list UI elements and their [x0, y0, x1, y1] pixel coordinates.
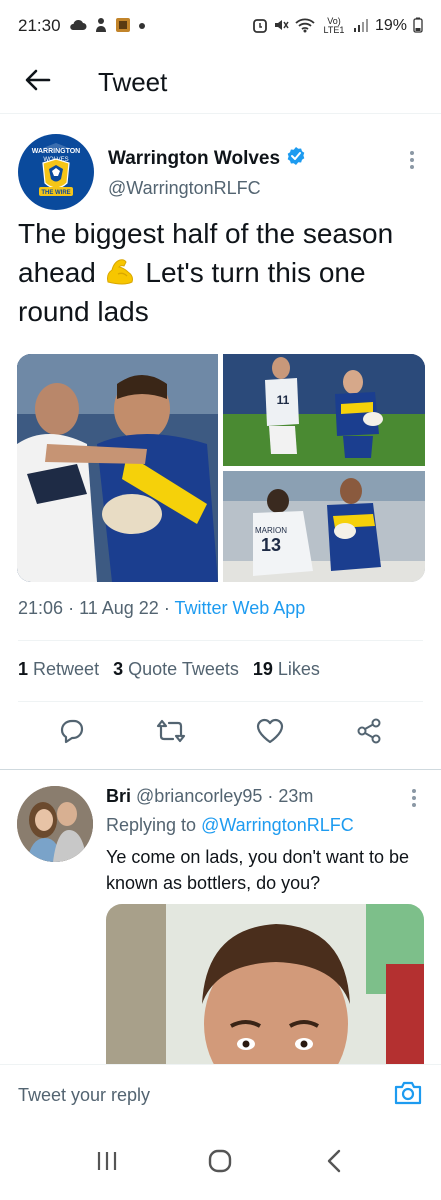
jersey-number-13: 13	[261, 535, 281, 555]
status-bar: 21:30 Vo) LTE1 19%	[0, 0, 441, 52]
main-tweet: WARRINGTON WOLVES THE WIRE Warrington Wo…	[0, 128, 441, 618]
reply-author-handle[interactable]: @briancorley95	[136, 786, 262, 806]
replying-to-label: Replying to	[106, 815, 197, 835]
system-back-button[interactable]	[314, 1143, 354, 1183]
more-options-button[interactable]	[409, 150, 423, 175]
logo-text-top: WARRINGTON	[32, 148, 80, 155]
back-icon	[326, 1148, 342, 1179]
reply-author-name[interactable]: Bri	[106, 786, 131, 806]
tweet-source-link[interactable]: Twitter Web App	[175, 598, 306, 618]
quotes-stat[interactable]: 3 Quote Tweets	[113, 659, 239, 680]
tweet-header: WARRINGTON WOLVES THE WIRE Warrington Wo…	[0, 128, 441, 214]
battery-percent: 19%	[374, 17, 407, 34]
retweet-icon	[156, 718, 186, 749]
author-display-name[interactable]: Warrington Wolves	[108, 146, 306, 172]
media-photo-2[interactable]: 11	[223, 354, 425, 466]
divider	[18, 701, 423, 702]
app-bar: Tweet	[0, 52, 441, 114]
reply-text: Ye come on lads, you don't want to be kn…	[106, 847, 409, 893]
reply-time: 23m	[278, 786, 314, 806]
meta-separator: ·	[267, 786, 274, 806]
tweet-meta: 21:06 · 11 Aug 22 · Twitter Web App	[18, 598, 305, 619]
back-button[interactable]	[18, 63, 58, 103]
reply-more-options-button[interactable]	[411, 788, 417, 813]
tweet-time: 21:06	[18, 598, 64, 618]
avatar[interactable]: WARRINGTON WOLVES THE WIRE	[18, 134, 94, 210]
retweets-label: Retweet	[33, 659, 100, 679]
likes-stat[interactable]: 19 Likes	[253, 659, 320, 680]
wifi-icon	[295, 17, 315, 35]
dot-icon	[138, 23, 145, 29]
signal-icon	[353, 18, 369, 34]
flexed-biceps-emoji-icon	[104, 256, 138, 286]
more-vertical-icon	[409, 151, 415, 174]
like-icon	[256, 718, 284, 749]
arrow-left-icon	[25, 69, 51, 96]
status-time: 21:30	[18, 16, 61, 35]
quotes-count: 3	[113, 659, 124, 679]
likes-count: 19	[252, 659, 273, 679]
share-icon	[355, 717, 383, 750]
app-icon	[115, 17, 131, 35]
battery-icon	[413, 17, 423, 35]
person-icon	[95, 17, 107, 35]
tweet-text: The biggest half of the season ahead Let…	[0, 214, 441, 331]
media-photo-1[interactable]	[17, 354, 218, 582]
system-navbar	[0, 1126, 441, 1200]
cloud-icon	[69, 19, 87, 33]
divider	[0, 769, 441, 770]
reply-composer: Tweet your reply	[0, 1064, 441, 1126]
reply-body: Bri @briancorley95 · 23m Replying to @Wa…	[106, 782, 426, 896]
page-title: Tweet	[98, 67, 168, 97]
camera-icon	[393, 1081, 423, 1110]
reply-input[interactable]: Tweet your reply	[18, 1085, 150, 1106]
network-label: Vo) LTE1	[323, 16, 345, 35]
avatar[interactable]	[17, 786, 93, 862]
jersey-name-marion: MARION	[255, 526, 287, 535]
replying-to-handle-link[interactable]: @WarringtonRLFC	[201, 815, 354, 835]
reply-icon	[58, 717, 86, 750]
media-photo-3[interactable]: MARION 13	[223, 471, 425, 582]
camera-button[interactable]	[393, 1080, 423, 1111]
logo-text-bottom: THE WIRE	[41, 190, 70, 196]
retweets-stat[interactable]: 1 Retweet	[18, 659, 99, 680]
tweet-media-grid[interactable]: 11 MARION 13	[17, 354, 425, 582]
home-icon	[207, 1148, 233, 1179]
jersey-number-11: 11	[277, 393, 290, 407]
author-names: Warrington Wolves @WarringtonRLFC	[108, 146, 306, 199]
like-button[interactable]	[253, 716, 287, 750]
quotes-label: Quote Tweets	[128, 659, 239, 679]
tweet-actions	[0, 716, 441, 750]
tweet-date: 11 Aug 22	[79, 598, 159, 618]
reply-button[interactable]	[55, 716, 89, 750]
retweets-count: 1	[18, 659, 29, 679]
verified-badge-icon	[286, 146, 306, 172]
meta-separator: ·	[68, 598, 75, 618]
replying-to: Replying to @WarringtonRLFC	[106, 815, 426, 836]
home-button[interactable]	[200, 1143, 240, 1183]
reply-media-photo[interactable]	[106, 904, 424, 1074]
retweet-button[interactable]	[154, 716, 188, 750]
status-left: 21:30	[18, 16, 145, 36]
tweet-stats: 1 Retweet 3 Quote Tweets 19 Likes	[18, 659, 320, 680]
share-button[interactable]	[352, 716, 386, 750]
warrington-wolves-logo: WARRINGTON WOLVES THE WIRE	[22, 138, 90, 206]
divider	[18, 640, 423, 641]
alarm-icon	[253, 17, 267, 35]
mute-icon	[273, 17, 289, 35]
author-name: Warrington Wolves	[108, 148, 281, 169]
more-vertical-icon	[411, 789, 417, 812]
reply-header: Bri @briancorley95 · 23m	[106, 786, 426, 807]
recents-button[interactable]	[87, 1143, 127, 1183]
author-handle[interactable]: @WarringtonRLFC	[108, 178, 306, 199]
likes-label: Likes	[277, 659, 320, 679]
recents-icon	[95, 1150, 119, 1177]
meta-separator: ·	[163, 598, 170, 618]
status-right: Vo) LTE1 19%	[253, 17, 423, 35]
